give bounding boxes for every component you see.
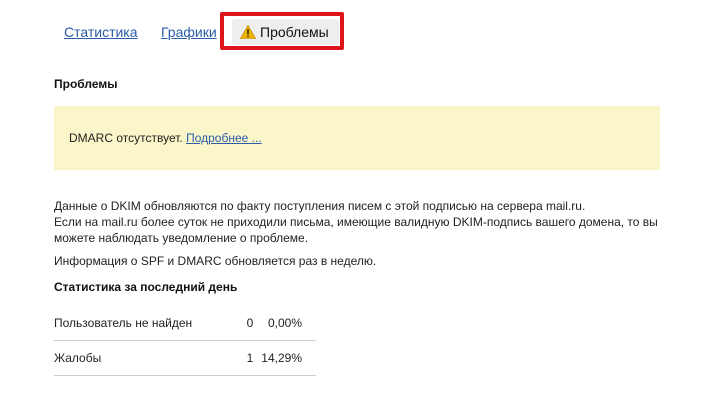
info-line-1: Данные о DKIM обновляются по факту посту…	[54, 199, 586, 213]
warning-icon	[239, 24, 257, 39]
table-row: Жалобы 1 14,29%	[54, 340, 316, 376]
row-percent: 0,00%	[261, 306, 316, 341]
section-title: Проблемы	[54, 77, 118, 91]
tab-bar: Статистика Графики Проблемы	[0, 0, 711, 60]
row-label: Жалобы	[54, 340, 218, 376]
info-spf-dmarc: Информация о SPF и DMARC обновляется раз…	[54, 254, 377, 268]
row-count: 0	[217, 306, 262, 341]
alert-message: DMARC отсутствует. Подробнее ...	[69, 131, 262, 145]
table-row: Пользователь не найден 0 0,00%	[54, 306, 316, 341]
details-link[interactable]: Подробнее ...	[186, 131, 262, 145]
tab-statistics[interactable]: Статистика	[64, 24, 138, 40]
stats-table: Пользователь не найден 0 0,00% Жалобы 1 …	[54, 306, 316, 376]
row-percent: 14,29%	[261, 340, 316, 376]
info-line-2: Если на mail.ru более суток не приходили…	[54, 215, 658, 229]
stats-title: Статистика за последний день	[54, 280, 238, 294]
alert-text: DMARC отсутствует.	[69, 131, 183, 145]
info-line-3: можете наблюдать уведомление о проблеме.	[54, 231, 309, 245]
tab-problems-label: Проблемы	[260, 24, 329, 40]
row-count: 1	[217, 340, 262, 376]
tab-problems[interactable]: Проблемы	[232, 19, 339, 45]
row-label: Пользователь не найден	[54, 306, 218, 341]
info-text: Данные о DKIM обновляются по факту посту…	[54, 198, 684, 246]
alert-box: DMARC отсутствует. Подробнее ...	[54, 106, 660, 170]
tab-graphs[interactable]: Графики	[161, 24, 217, 40]
